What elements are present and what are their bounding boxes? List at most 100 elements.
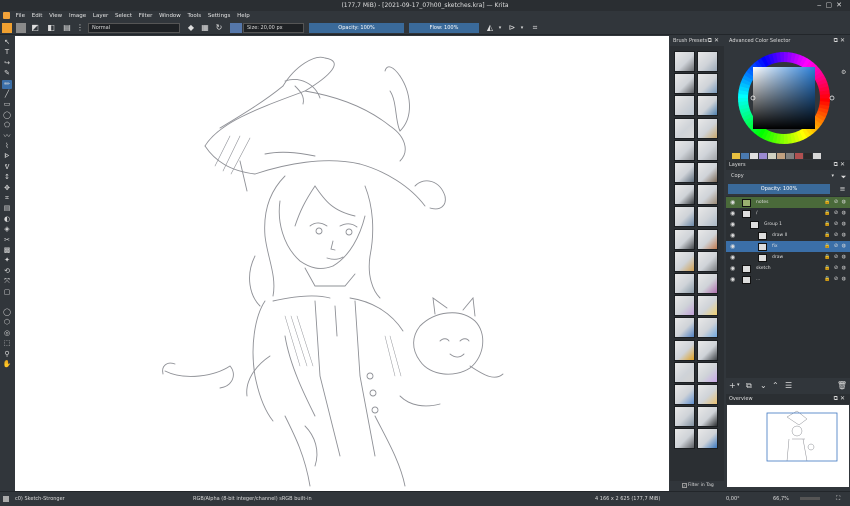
size-lock-icon[interactable] [230, 23, 242, 33]
brush-settings-icon[interactable]: ▤ [62, 23, 72, 33]
visibility-eye-icon[interactable]: ◉ [730, 243, 737, 250]
duplicate-layer-icon[interactable]: ⧉ [746, 380, 752, 391]
visibility-eye-icon[interactable]: ◉ [730, 221, 737, 228]
layer-controls-icon[interactable]: 🔒 ⊘ ◍ [824, 274, 847, 285]
brush-preset-thumb[interactable] [697, 317, 718, 339]
visibility-eye-icon[interactable]: ◉ [730, 232, 737, 239]
brush-preset-thumb[interactable] [674, 295, 695, 317]
rectangle-tool-icon[interactable]: ▭ [2, 100, 12, 109]
brush-preset-thumb[interactable] [697, 339, 718, 361]
brush-preset-thumb[interactable] [697, 117, 718, 139]
history-color-swatch[interactable] [795, 153, 803, 159]
edit-shapes-tool-icon[interactable]: ↪ [2, 59, 12, 68]
drawing-canvas[interactable] [15, 36, 669, 491]
brush-preset-thumb[interactable] [674, 184, 695, 206]
reload-preset-icon[interactable]: ↻ [214, 23, 224, 33]
flow-slider[interactable]: Flow: 100% [409, 23, 479, 33]
brush-preset-thumb[interactable] [674, 273, 695, 294]
menu-select[interactable]: Select [115, 11, 132, 21]
wrap-dropdown-icon[interactable]: ▾ [519, 23, 525, 33]
fill-tool-icon[interactable]: ▩ [2, 246, 12, 255]
menu-edit[interactable]: Edit [32, 11, 43, 21]
add-layer-icon[interactable]: + [729, 380, 736, 391]
ellipse-select-tool-icon[interactable]: ◯ [2, 308, 12, 317]
bezier-tool-icon[interactable]: ⌇ [2, 142, 12, 151]
measure-tool-icon[interactable]: ⤧ [2, 277, 12, 286]
brush-preset-thumb[interactable] [697, 273, 718, 294]
overview-thumbnail[interactable] [727, 405, 849, 487]
move-tool-icon[interactable]: ⌗ [2, 194, 12, 203]
multibrush-tool-icon[interactable]: ↕ [2, 173, 12, 182]
color-picker-tool-icon[interactable]: ◈ [2, 225, 12, 234]
layers-menu-icon[interactable]: ≡ [838, 184, 847, 194]
brush-preset-thumb[interactable] [674, 139, 695, 161]
brush-preset-thumb[interactable] [674, 317, 695, 339]
menu-view[interactable]: View [49, 11, 62, 21]
brush-preset-thumb[interactable] [697, 428, 718, 450]
assistant-tool-icon[interactable]: ⟲ [2, 267, 12, 276]
brush-preset-thumb[interactable] [697, 295, 718, 317]
status-color-model[interactable]: RGB/Alpha (8-bit integer/channel) sRGB b… [193, 492, 312, 506]
color-wheel[interactable]: ⚙ [726, 46, 850, 150]
brush-preset-thumb[interactable] [674, 406, 695, 428]
polygon-select-tool-icon[interactable]: ⬡ [2, 318, 12, 327]
gradient-tool-icon[interactable]: ◐ [2, 215, 12, 224]
delete-layer-icon[interactable]: 🗑 [837, 380, 847, 391]
layer-row[interactable]: ◉ draw II 🔒 ⊘ ◍ [726, 230, 850, 241]
brush-preset-thumb[interactable] [674, 228, 695, 250]
move-layer-down-icon[interactable]: ⌄ [760, 380, 767, 391]
select-shapes-tool-icon[interactable]: ↖ [2, 38, 12, 47]
freehand-path-tool-icon[interactable]: ᐈ [2, 152, 12, 161]
history-color-swatch[interactable] [804, 153, 812, 159]
fullscreen-icon[interactable]: ⛶ [836, 492, 840, 506]
brush-preset-thumb[interactable] [697, 206, 718, 228]
menu-image[interactable]: Image [69, 11, 86, 21]
rect-select-tool-icon[interactable]: ▢ [2, 288, 12, 297]
brush-preset-thumb[interactable] [697, 250, 718, 272]
blend-mode-select[interactable]: Normal [88, 23, 180, 33]
visibility-eye-icon[interactable]: ◉ [730, 210, 737, 217]
add-layer-dropdown-icon[interactable]: ▾ [737, 380, 740, 391]
layer-controls-icon[interactable]: 🔒 ⊘ ◍ [824, 208, 847, 219]
brush-preset-thumb[interactable] [674, 384, 695, 405]
foreground-color-swatch[interactable] [2, 23, 12, 33]
history-color-swatch[interactable] [786, 153, 794, 159]
swap-colors-icon[interactable]: ◩ [30, 23, 40, 33]
zoom-slider[interactable] [800, 497, 820, 500]
visibility-eye-icon[interactable]: ◉ [730, 265, 737, 272]
polyline-tool-icon[interactable]: 〰 [2, 132, 12, 141]
history-color-swatch[interactable] [813, 153, 821, 159]
brush-preset-thumb[interactable] [674, 95, 695, 117]
zoom-tool-icon[interactable]: ⚲ [2, 350, 12, 359]
brush-preset-thumb[interactable] [674, 250, 695, 272]
filter-icon[interactable]: ⏷ [839, 172, 848, 182]
layer-row[interactable]: ◉ sketch 🔒 ⊘ ◍ [726, 263, 850, 274]
menu-help[interactable]: Help [237, 11, 250, 21]
close-dock-icon[interactable]: ✕ [840, 37, 847, 44]
background-color-swatch[interactable] [16, 23, 26, 33]
brush-preset-thumb[interactable] [674, 117, 695, 139]
color-settings-icon[interactable]: ⚙ [841, 69, 846, 76]
brush-preset-thumb[interactable] [674, 162, 695, 183]
status-brush-name[interactable]: c0) Sketch-Stronger [15, 492, 65, 506]
brush-preset-thumb[interactable] [674, 428, 695, 450]
fill-reference-tool-icon[interactable]: ✦ [2, 256, 12, 265]
layer-row[interactable]: ◉ / 🔒 ⊘ ◍ [726, 208, 850, 219]
layer-controls-icon[interactable]: 🔒 ⊘ ◍ [824, 197, 847, 208]
brush-preset-thumb[interactable] [674, 339, 695, 361]
polygon-tool-icon[interactable]: ⬠ [2, 121, 12, 130]
brush-preset-thumb[interactable] [697, 384, 718, 405]
layer-blend-select[interactable]: Copy ▾ [728, 172, 836, 182]
layer-controls-icon[interactable]: 🔒 ⊘ ◍ [824, 219, 847, 230]
layer-row[interactable]: ◉ Group 1 🔒 ⊘ ◍ [726, 219, 850, 230]
brush-preset-icon[interactable]: ◧ [46, 23, 56, 33]
freehand-brush-tool-icon[interactable]: ✏ [2, 79, 12, 89]
close-dock-icon[interactable]: ✕ [840, 161, 847, 168]
visibility-eye-icon[interactable]: ◉ [730, 254, 737, 261]
mirror-horizontal-icon[interactable]: ◭ [484, 23, 496, 33]
status-zoom[interactable]: 66,7% [773, 492, 789, 506]
layer-controls-icon[interactable]: 🔒 ⊘ ◍ [824, 230, 847, 241]
brush-preset-thumb[interactable] [674, 206, 695, 228]
brush-preset-thumb[interactable] [697, 361, 718, 383]
transform-tool-icon[interactable]: ✥ [2, 184, 12, 193]
